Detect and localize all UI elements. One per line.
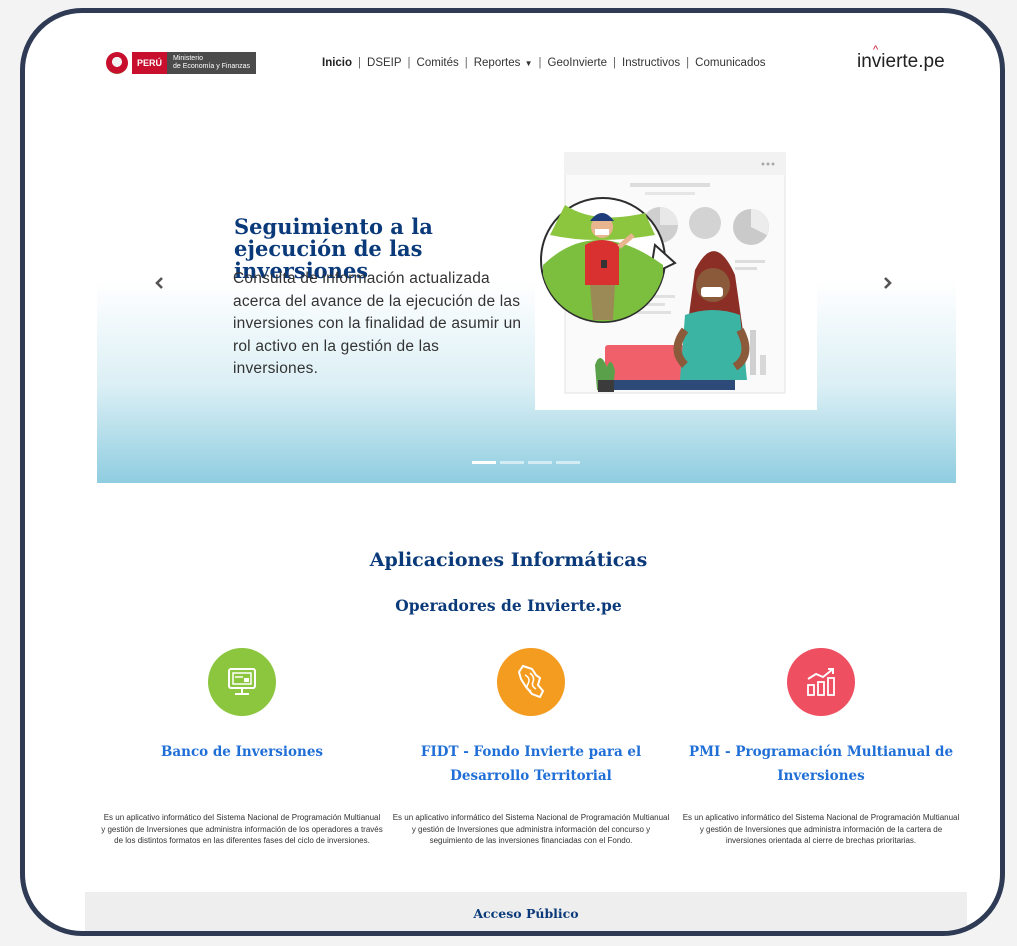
growth-chart-icon[interactable] [787, 648, 855, 716]
app-card-title[interactable]: PMI - Programación Multianual de Inversi… [676, 740, 966, 788]
logo-ministry: Ministerio de Economía y Finanzas [167, 52, 257, 74]
peru-map-icon-glyph [517, 664, 545, 699]
hero-description: Consulta de información actualizada acer… [233, 270, 522, 377]
chevron-left-icon [155, 277, 163, 289]
carousel-indicator[interactable] [500, 461, 524, 464]
computer-screen-icon-glyph [228, 668, 256, 695]
hero-illustration [535, 135, 817, 410]
nav-separator: | [358, 57, 362, 69]
public-access-bar: Acceso Público [85, 892, 967, 931]
section-subtitle: Operadores de Invierte.pe [395, 596, 622, 615]
nav-reportes[interactable]: Reportes ▼ [474, 57, 533, 69]
nav-reportes-label: Reportes [473, 57, 521, 69]
nav-geoinvierte[interactable]: GeoInvierte [548, 57, 607, 69]
public-access-title[interactable]: Acceso Público [85, 892, 967, 921]
hero-carousel: Seguimiento a la ejecución de las invers… [97, 95, 956, 483]
invierte-logo-accent-icon: ^ [873, 44, 879, 56]
logo-ministry-line1: Ministerio [173, 55, 203, 62]
page-frame: PERÚ Ministerio de Economía y Finanzas I… [20, 8, 1005, 936]
mef-logo[interactable]: PERÚ Ministerio de Economía y Finanzas [106, 51, 257, 75]
nav-comites[interactable]: Comités [417, 57, 459, 69]
nav-separator: | [464, 57, 468, 69]
carousel-prev-button[interactable] [150, 273, 170, 293]
caret-down-icon: ▼ [522, 59, 533, 68]
carousel-indicator[interactable] [556, 461, 580, 464]
invierte-logo-text: invierte.pe [857, 51, 945, 72]
peru-map-icon[interactable] [497, 648, 565, 716]
main-nav: Inicio | DSEIP | Comités | Reportes ▼ | GeoI… [322, 57, 766, 69]
nav-instructivos[interactable]: Instructivos [622, 57, 680, 69]
section-title: Aplicaciones Informáticas [369, 549, 648, 571]
app-card-title[interactable]: Banco de Inversiones [97, 740, 387, 788]
logo-peru-label: PERÚ [132, 52, 168, 74]
invierte-logo[interactable]: ^ invierte.pe [857, 44, 945, 73]
app-card-fidt: FIDT - Fondo Invierte para el Desarrollo… [386, 648, 676, 847]
nav-comunicados[interactable]: Comunicados [695, 57, 765, 69]
nav-separator: | [613, 57, 616, 69]
app-card-title[interactable]: FIDT - Fondo Invierte para el Desarrollo… [386, 740, 676, 788]
nav-dseip[interactable]: DSEIP [367, 57, 402, 69]
app-card-description: Es un aplicativo informático del Sistema… [392, 813, 670, 845]
carousel-next-button[interactable] [877, 273, 897, 293]
nav-separator: | [407, 57, 411, 69]
logo-ministry-line2: de Economía y Finanzas [173, 63, 251, 70]
computer-screen-icon[interactable] [208, 648, 276, 716]
app-card-pmi: PMI - Programación Multianual de Inversi… [676, 648, 966, 847]
app-card-banco: Banco de Inversiones Es un aplicativo in… [97, 648, 387, 847]
carousel-indicators [472, 461, 580, 464]
carousel-indicator[interactable] [528, 461, 552, 464]
app-card-description: Es un aplicativo informático del Sistema… [101, 813, 383, 845]
chevron-right-icon [884, 277, 892, 289]
nav-separator: | [686, 57, 690, 69]
nav-inicio[interactable]: Inicio [322, 57, 352, 69]
carousel-indicator[interactable] [472, 461, 496, 464]
app-card-description: Es un aplicativo informático del Sistema… [682, 813, 960, 845]
growth-chart-icon-glyph [807, 668, 835, 696]
peru-shield-icon [106, 52, 128, 74]
nav-separator: | [538, 57, 542, 69]
